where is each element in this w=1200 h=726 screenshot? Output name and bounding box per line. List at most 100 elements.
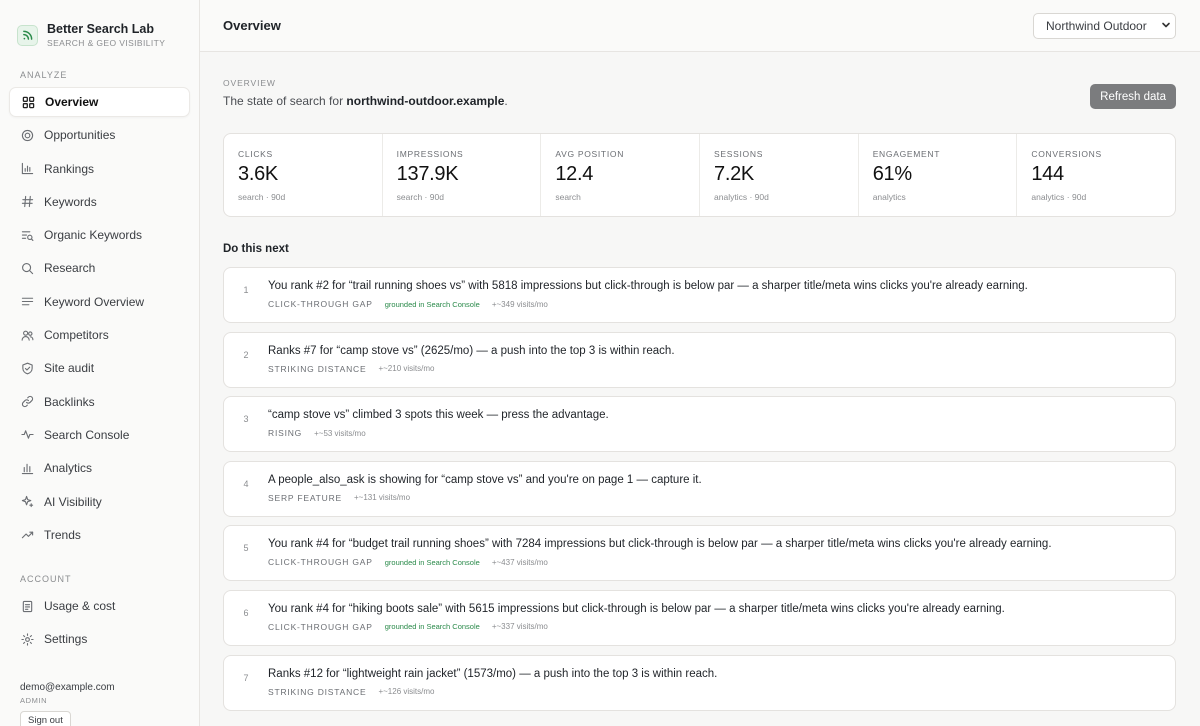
users-icon [20,328,34,342]
sidebar-item-opportunities[interactable]: Opportunities [9,120,190,150]
stat-label: CONVERSIONS [1031,149,1102,159]
sidebar-item-research[interactable]: Research [9,253,190,283]
stat-value: 61% [872,163,912,185]
section-label-account: ACCOUNT [20,574,72,584]
do-next-heading: Do this next [223,243,289,255]
subtitle-suffix: . [504,94,508,108]
action-item[interactable]: 5 You rank #4 for “budget trail running s… [223,525,1176,582]
overview-subtitle: The state of search for northwind-outdoo… [223,94,1176,108]
action-text: “camp stove vs” climbed 3 spots this wee… [268,409,609,422]
sidebar-item-competitors[interactable]: Competitors [9,320,190,350]
sidebar-item-label: Analytics [44,461,93,476]
sidebar-item-label: Opportunities [44,128,116,143]
sidebar-item-site-audit[interactable]: Site audit [9,353,190,383]
action-visits: +~337 visits/mo [491,622,548,632]
stat-conversions: CONVERSIONS 144 analytics · 90d [1017,134,1175,216]
sidebar-item-search-console[interactable]: Search Console [9,420,190,450]
gear-icon [20,632,34,646]
subtitle-prefix: The state of search for [223,94,347,108]
site-select-value: Northwind Outdoor [1046,18,1147,33]
action-text: You rank #4 for “budget trail running sh… [268,538,1052,551]
sidebar-item-label: Usage & cost [44,599,116,613]
action-item[interactable]: 7 Ranks #12 for “lightweight rain jacket”… [223,654,1176,711]
brand[interactable]: Better Search Lab SEARCH & GEO VISIBILIT… [0,0,199,52]
action-text: You rank #4 for “hiking boots sale” with… [268,602,1005,615]
sidebar-item-label: Keywords [44,194,97,209]
action-text: You rank #2 for “trail running shoes vs”… [268,280,1028,292]
stat-label: IMPRESSIONS [396,149,464,159]
action-item[interactable]: 4 A people_also_ask is showing for “camp … [223,460,1176,517]
stat-value: 12.4 [555,163,594,185]
nav-account: Usage & cost Settings [9,591,190,658]
action-visits: +~349 visits/mo [491,299,548,309]
action-number: 4 [243,478,249,489]
bar-chart-icon [20,162,34,176]
sidebar-item-usage-cost[interactable]: Usage & cost [9,591,190,621]
sidebar-item-keywords[interactable]: Keywords [9,187,190,217]
sidebar-item-label: AI Visibility [44,494,102,509]
brand-subtitle: SEARCH & GEO VISIBILITY [47,37,166,48]
action-visits: +~131 visits/mo [354,493,411,503]
sparkle-icon [20,495,34,509]
action-item[interactable]: 1 You rank #2 for “trail running shoes vs… [223,267,1176,323]
search-icon [20,261,34,275]
stat-avg-position: AVG POSITION 12.4 search [541,134,701,216]
sidebar-item-settings[interactable]: Settings [9,624,190,654]
stat-label: SESSIONS [714,149,764,159]
link-icon [20,395,34,409]
sidebar-item-label: Search Console [44,427,130,442]
grounded-badge: grounded in Search Console [384,557,480,567]
stat-value: 7.2K [714,163,754,185]
user-role: ADMIN [20,696,48,705]
action-tag: RISING [268,428,303,439]
topbar: Overview Northwind Outdoor [200,0,1200,52]
action-item[interactable]: 6 You rank #4 for “hiking boots sale” wit… [223,589,1176,646]
action-text: A people_also_ask is showing for “camp s… [268,473,702,486]
stat-note: analytics [872,192,906,202]
grid-icon [21,95,35,109]
action-list: 1 You rank #2 for “trail running shoes vs… [223,267,1176,711]
action-tag: CLICK-THROUGH GAP [268,557,373,568]
sidebar-item-rankings[interactable]: Rankings [9,154,190,184]
action-number: 2 [243,349,249,360]
action-text: Ranks #7 for “camp stove vs” (2625/mo) —… [268,344,675,357]
action-item[interactable]: 3 “camp stove vs” climbed 3 spots this we… [223,396,1176,453]
section-label-analyze: ANALYZE [20,70,68,80]
sidebar-item-backlinks[interactable]: Backlinks [9,387,190,417]
action-item[interactable]: 2 Ranks #7 for “camp stove vs” (2625/mo) … [223,331,1176,388]
list-search-icon [20,228,34,242]
rss-icon [17,24,38,46]
stat-label: CLICKS [238,149,273,159]
action-number: 1 [243,285,249,295]
user-box: demo@example.com ADMIN Sign out [20,682,115,726]
action-number: 7 [243,672,249,683]
sidebar-item-label: Keyword Overview [44,294,145,309]
stat-note: analytics · 90d [1031,192,1087,202]
stat-note: search [555,192,581,202]
sidebar-item-organic-keywords[interactable]: Organic Keywords [9,220,190,250]
stat-impressions: IMPRESSIONS 137.9K search · 90d [383,134,542,216]
stats-card: CLICKS 3.6K search · 90d IMPRESSIONS 137.9K s… [223,133,1176,217]
sidebar-item-keyword-overview[interactable]: Keyword Overview [9,287,190,317]
sidebar-item-ai-visibility[interactable]: AI Visibility [9,487,190,517]
action-tag: STRIKING DISTANCE [268,363,367,374]
sidebar-item-label: Research [44,261,96,276]
stat-note: search · 90d [396,192,444,202]
stat-clicks: CLICKS 3.6K search · 90d [224,134,383,216]
hash-icon [20,195,34,209]
refresh-data-button[interactable]: Refresh data [1090,84,1176,109]
sidebar-item-overview[interactable]: Overview [9,87,190,117]
sidebar-item-label: Backlinks [44,394,95,409]
chevron-down-icon [1161,19,1171,33]
brand-name: Better Search Lab [47,22,154,36]
action-number: 6 [243,607,249,618]
sidebar-item-trends[interactable]: Trends [9,520,190,550]
sign-out-button[interactable]: Sign out [20,711,71,726]
sidebar-item-label: Settings [44,632,88,647]
main: Overview Northwind Outdoor OVERVIEW The … [200,0,1200,726]
sidebar-item-analytics[interactable]: Analytics [9,453,190,483]
site-select[interactable]: Northwind Outdoor [1033,12,1176,39]
sidebar-item-label: Organic Keywords [44,228,143,243]
action-tag: STRIKING DISTANCE [268,686,367,697]
pulse-icon [20,428,34,442]
